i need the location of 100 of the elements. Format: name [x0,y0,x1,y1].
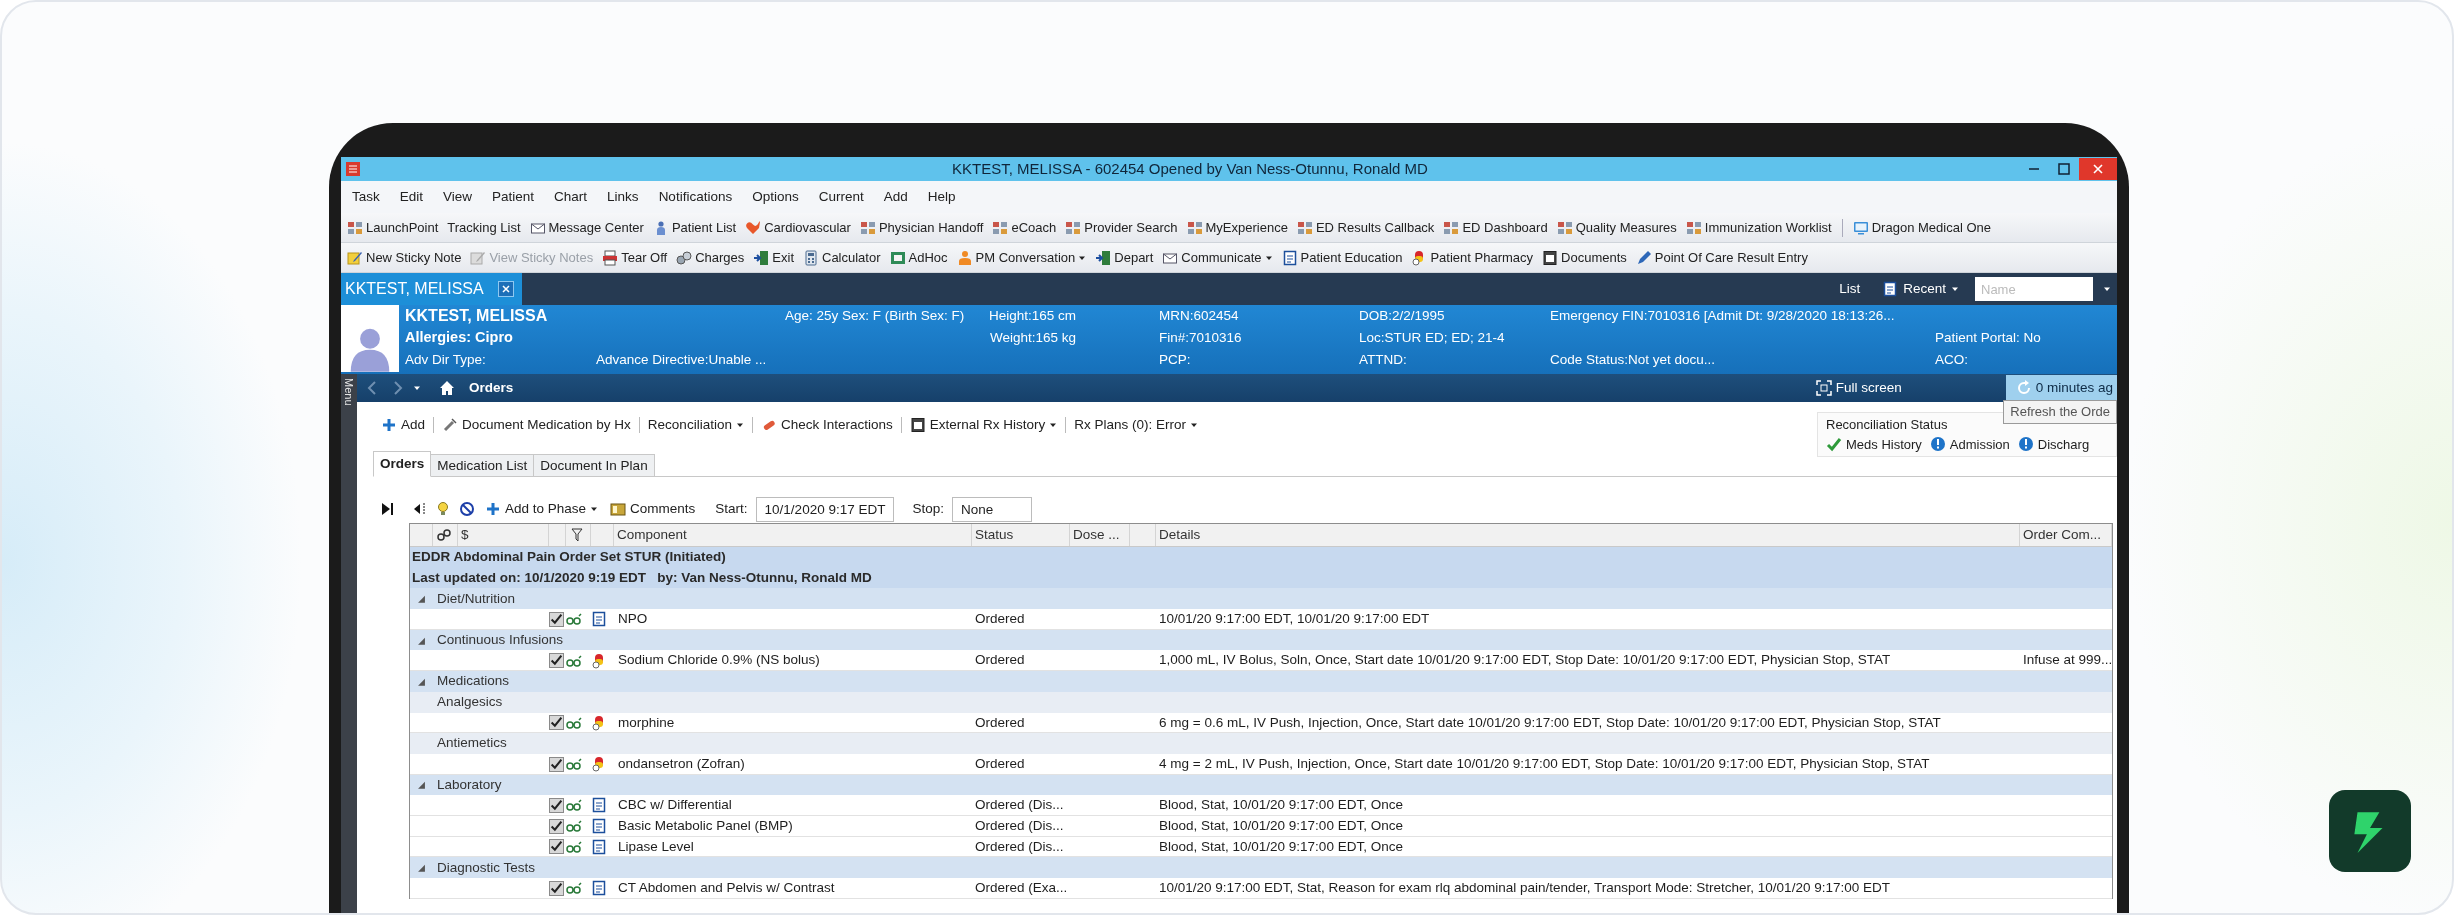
status-item[interactable]: Meds History [1826,434,1922,454]
toolbar-button[interactable]: Patient Pharmacy [1409,246,1536,269]
menu-item[interactable]: Chart [545,184,597,210]
expander-icon[interactable] [416,593,427,605]
table-cell-text: Infuse at 999... [2022,651,2113,670]
toolbar-button[interactable]: ED Results Callback [1294,216,1437,239]
toolbar-button[interactable]: ED Dashboard [1441,216,1550,239]
tab[interactable]: Document In Plan [533,454,655,476]
column-header[interactable]: $ [458,524,549,546]
menu-item[interactable]: Help [918,184,965,210]
calculator-icon [803,249,819,266]
menu-item[interactable]: Links [598,184,648,210]
checkbox[interactable] [549,818,564,834]
minimize-icon [2029,168,2039,170]
expander-icon[interactable] [416,779,427,791]
toolbar-button[interactable]: Dragon Medical One [1850,216,1993,239]
toolbar-button[interactable]: MyExperience [1184,216,1290,239]
checkbox[interactable] [549,756,564,772]
tab[interactable]: Medication List [430,454,535,476]
stop-date-field[interactable]: None [951,496,1032,522]
toolbar-button[interactable]: Communicate [1160,246,1275,269]
grid-icon [992,219,1009,236]
checkbox[interactable] [549,715,564,731]
tab[interactable]: Orders [373,451,432,477]
column-header[interactable]: Dose ... [1070,524,1130,546]
toolbar-button[interactable]: Exit [751,246,796,269]
side-menu-tab[interactable]: Menu [341,374,357,913]
column-header[interactable]: Order Com... [2020,524,2112,546]
glasses-icon [566,714,582,731]
checkbox[interactable] [549,880,564,896]
toolbar-button[interactable]: Depart [1093,246,1156,269]
toolbar-button[interactable]: Provider Search [1063,216,1180,239]
tab-label: KKTEST, MELISSA [345,279,484,299]
history-dropdown[interactable] [413,384,421,392]
action-button[interactable]: Add [379,413,428,437]
action-button[interactable]: Document Medication by Hx [440,413,633,437]
patient-tab[interactable]: KKTEST, MELISSA [341,273,522,305]
toolbar-button[interactable]: Calculator [801,246,883,269]
table-cell-text: Ordered (Dis... [974,837,1065,856]
toolbar-button[interactable]: Quality Measures [1554,216,1679,239]
name-field[interactable]: Name [1975,277,2093,301]
status-item[interactable]: Admission [1929,434,2010,454]
toolbar-button[interactable]: Tear Off [600,246,670,269]
toolbar-button[interactable]: LaunchPoint [345,216,441,239]
action-button[interactable]: Reconciliation [645,413,746,437]
toolbar-button[interactable]: Physician Handoff [857,216,986,239]
prohibited-icon [459,501,475,517]
toolbar-button[interactable]: Cardiovascular [743,216,853,239]
maximize-icon [2056,161,2072,177]
column-header[interactable]: Details [1156,524,2020,546]
home-button[interactable] [439,380,455,396]
toolbar-button[interactable]: AdHoc [887,246,950,269]
add-to-phase-button[interactable]: Add to Phase [483,497,601,521]
checkbox[interactable] [549,839,564,855]
menu-item[interactable]: Task [343,184,389,210]
close-button[interactable] [497,281,514,297]
toolbar-button[interactable]: Charges [674,246,747,269]
start-date-field[interactable]: 10/1/2020 9:17 EDT [755,496,895,522]
note-icon [470,249,487,266]
recent-button[interactable]: Recent [1876,277,1965,301]
door-icon [1095,249,1112,266]
toolbar-button[interactable]: PM Conversation [954,246,1089,269]
table-cell-text: Ordered [974,651,1026,670]
comments-button[interactable]: Comments [608,497,698,521]
toolbar-button[interactable]: Documents [1540,246,1629,269]
checkbox[interactable] [549,653,564,669]
toolbar-button[interactable]: Point Of Care Result Entry [1633,246,1810,269]
menu-item[interactable]: Notifications [649,184,742,210]
toolbar-button[interactable]: Patient List [650,216,739,239]
toolbar-button[interactable]: Patient Education [1279,246,1405,269]
refresh-button[interactable]: 0 minutes ag [2005,375,2117,401]
checkbox[interactable] [549,797,564,813]
expander-icon[interactable] [416,862,427,874]
full-screen-button[interactable]: Full screen [1809,376,1908,400]
menu-item[interactable]: Edit [390,184,433,210]
folder-icon [889,249,906,266]
action-button[interactable]: Check Interactions [758,413,895,437]
table-cell-text: 10/01/20 9:17:00 EDT, Stat, Reason for exam rlq abdominal pain/tender, Transport Mode: Stretcher, 10/01/20 9:17:00 EDT [1158,879,1891,897]
menu-item[interactable]: View [434,184,482,210]
action-button[interactable]: Rx Plans (0): Error [1072,413,1201,437]
menu-item[interactable]: Current [809,184,873,210]
toolbar-button[interactable]: Tracking List [445,216,523,239]
document-icon [1882,281,1899,297]
menu-item[interactable]: Patient [483,184,544,210]
banner-field: Height:165 cm [988,305,1076,327]
table-cell-text: Ordered (Exa... [974,879,1069,897]
collapse-button[interactable] [379,501,395,517]
status-item[interactable]: Discharg [2017,434,2090,454]
list-button[interactable]: List [1833,277,1867,301]
banner-field: Age: 25y Sex: F (Birth Sex: F) [785,305,965,327]
toolbar-button[interactable]: Immunization Worklist [1683,216,1834,239]
menu-item[interactable]: Add [874,184,917,210]
menu-item[interactable]: Options [743,184,808,210]
toolbar-button[interactable]: New Sticky Note [345,246,464,269]
column-header[interactable]: Component [614,524,972,546]
column-header[interactable]: Status [972,524,1070,546]
action-button[interactable]: External Rx History [907,413,1060,437]
toolbar-button[interactable]: Message Center [527,216,646,239]
toolbar-button[interactable]: eCoach [990,216,1059,239]
checkbox[interactable] [549,611,564,627]
